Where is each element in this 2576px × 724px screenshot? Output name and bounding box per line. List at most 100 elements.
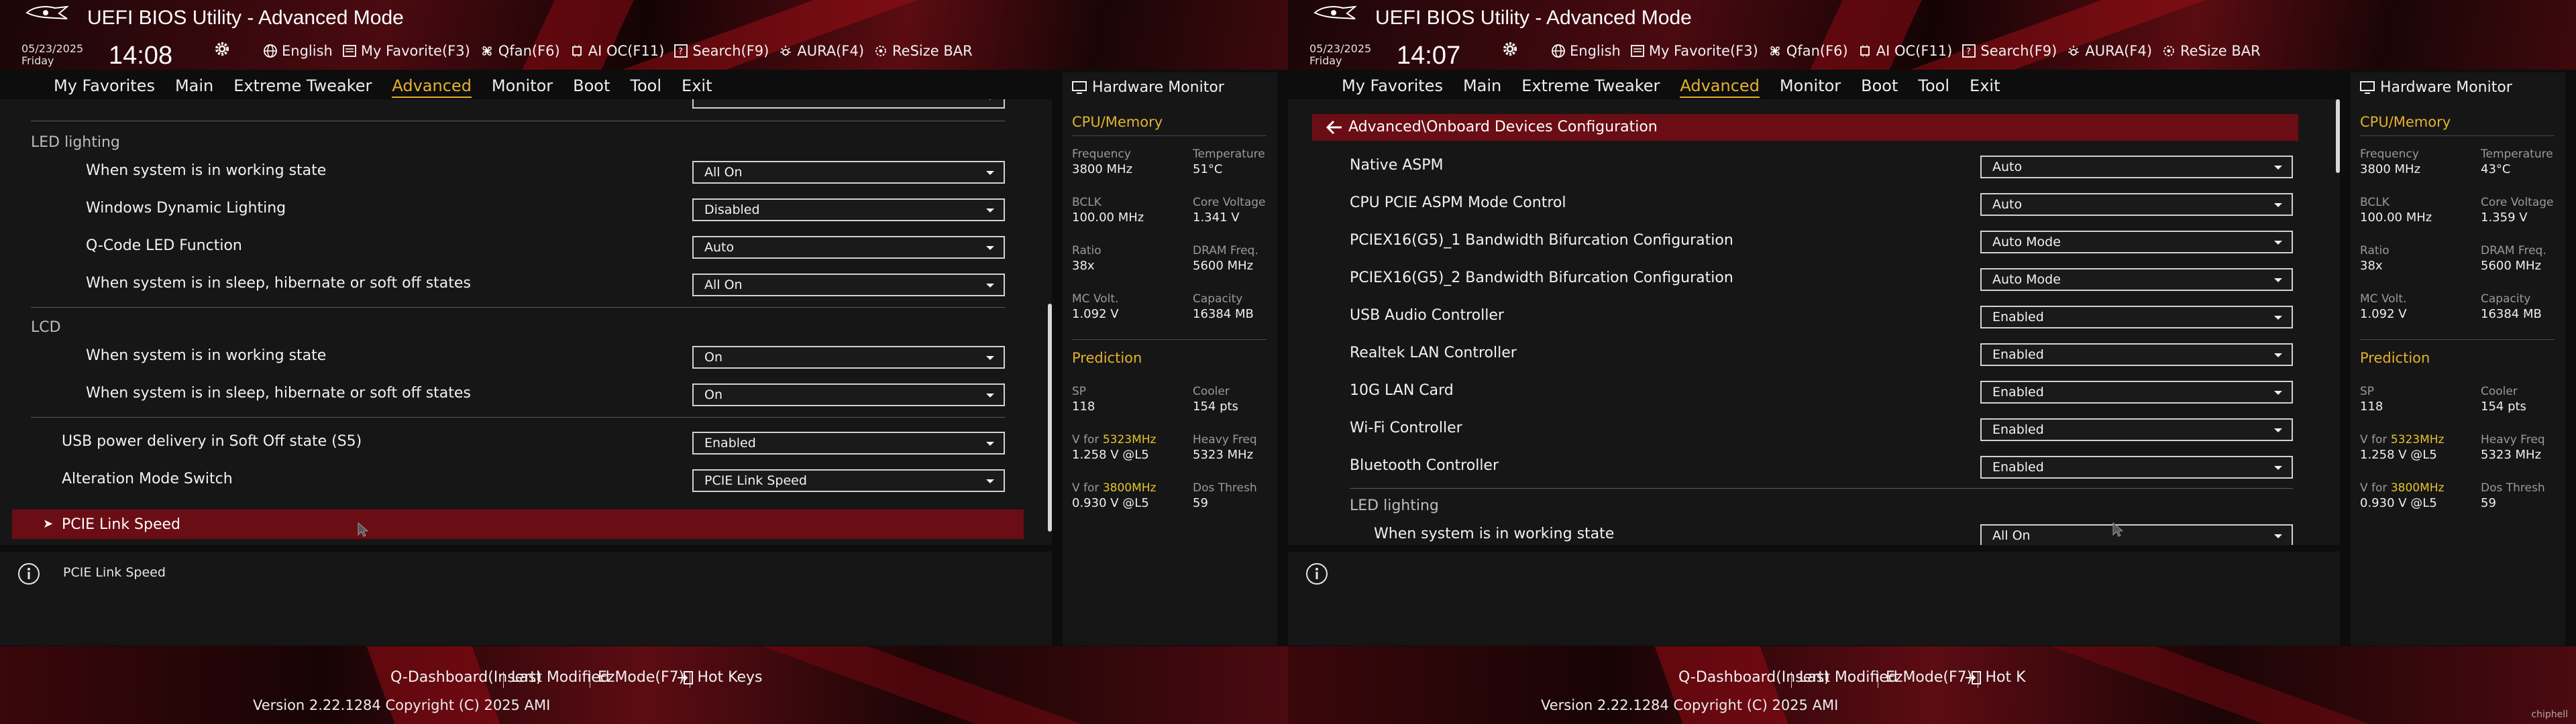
my-favorite-button[interactable]: My Favorite(F3) xyxy=(1630,43,1758,59)
day-text: Friday xyxy=(21,54,54,67)
setting-row-lcd-working[interactable]: When system is in working state On xyxy=(0,338,1033,375)
nav-extreme-tweaker[interactable]: Extreme Tweaker xyxy=(1521,76,1660,98)
my-favorite-button[interactable]: My Favorite(F3) xyxy=(342,43,470,59)
language-button[interactable]: English xyxy=(1551,43,1621,59)
setting-dropdown[interactable]: Enabled xyxy=(1980,343,2293,366)
setting-dropdown[interactable]: Disabled xyxy=(692,198,1005,221)
setting-row[interactable]: PCIEX16(G5)_2 Bandwidth Bifurcation Conf… xyxy=(1288,260,2321,298)
hw-vfor2-label-prefix: V for xyxy=(1072,481,1103,495)
nav-main[interactable]: Main xyxy=(1463,76,1501,98)
hot-keys-button[interactable]: Hot K xyxy=(1986,669,2026,686)
gear-icon[interactable] xyxy=(1501,40,1519,58)
setting-dropdown[interactable]: All On xyxy=(692,274,1005,296)
ezmode-button[interactable]: EzMode(F7) xyxy=(598,669,684,686)
setting-row-lcd-sleep[interactable]: When system is in sleep, hibernate or so… xyxy=(0,375,1033,413)
language-button[interactable]: English xyxy=(263,43,333,59)
setting-label: When system is in working state xyxy=(1374,526,1615,542)
hot-keys-button[interactable]: Hot Keys xyxy=(698,669,763,686)
setting-dropdown[interactable]: Auto Mode xyxy=(1980,268,2293,291)
nav-my-favorites[interactable]: My Favorites xyxy=(1342,76,1443,98)
setting-row[interactable]: PCIEX16(G5)_1 Bandwidth Bifurcation Conf… xyxy=(1288,223,2321,260)
ai-oc-button[interactable]: AI OC(F11) xyxy=(570,43,664,59)
setting-row[interactable]: CPU PCIE ASPM Mode Control Auto xyxy=(1288,185,2321,223)
setting-dropdown[interactable]: All On xyxy=(692,161,1005,184)
nav-my-favorites[interactable]: My Favorites xyxy=(54,76,155,98)
setting-dropdown[interactable]: Auto Mode xyxy=(1980,231,2293,253)
setting-row-alteration-mode[interactable]: Alteration Mode Switch PCIE Link Speed xyxy=(0,461,1033,499)
setting-row[interactable]: Wi-Fi Controller Enabled xyxy=(1288,410,2321,448)
search-button[interactable]: ? Search(F9) xyxy=(674,43,769,59)
nav-boot[interactable]: Boot xyxy=(573,76,610,98)
hw-vfor1-label: V for 5323MHz xyxy=(1072,433,1156,446)
aura-button[interactable]: AURA(F4) xyxy=(2066,43,2152,59)
nav-monitor[interactable]: Monitor xyxy=(492,76,553,98)
setting-dropdown[interactable]: On xyxy=(692,383,1005,406)
setting-dropdown[interactable]: On xyxy=(692,346,1005,369)
hw-dos-label: Dos Thresh xyxy=(1193,481,1257,495)
qfan-button[interactable]: Qfan(F6) xyxy=(1768,43,1848,59)
search-button[interactable]: ? Search(F9) xyxy=(1962,43,2057,59)
setting-dropdown[interactable]: Auto xyxy=(1980,156,2293,178)
breadcrumb: Advanced\Onboard Devices Configuration xyxy=(1312,114,2298,141)
nav-monitor[interactable]: Monitor xyxy=(1780,76,1841,98)
nav-boot[interactable]: Boot xyxy=(1861,76,1898,98)
setting-row[interactable]: USB Audio Controller Enabled xyxy=(1288,298,2321,335)
setting-label: Wi-Fi Controller xyxy=(1350,420,1462,436)
setting-row-led-working[interactable]: When system is in working state All On xyxy=(1288,516,2321,545)
back-arrow-icon[interactable] xyxy=(1323,118,1346,137)
nav-tool[interactable]: Tool xyxy=(630,76,661,98)
last-modified-button[interactable]: Last Modified xyxy=(511,669,610,686)
setting-dropdown-partial[interactable] xyxy=(692,99,1005,109)
ai-oc-button[interactable]: AI OC(F11) xyxy=(1858,43,1952,59)
nav-extreme-tweaker[interactable]: Extreme Tweaker xyxy=(233,76,372,98)
chevron-down-icon xyxy=(986,356,994,360)
scrollbar-thumb[interactable] xyxy=(2336,99,2340,173)
setting-dropdown[interactable]: PCIE Link Speed xyxy=(692,469,1005,492)
app-title: UEFI BIOS Utility - Advanced Mode xyxy=(1375,7,1692,29)
settings-scrollbar[interactable] xyxy=(2336,99,2340,545)
setting-row-qcode-led[interactable]: Q-Code LED Function Auto xyxy=(0,228,1033,265)
setting-label: Alteration Mode Switch xyxy=(62,471,233,487)
setting-label: When system is in sleep, hibernate or so… xyxy=(86,275,471,292)
setting-dropdown[interactable]: Enabled xyxy=(1980,418,2293,441)
last-modified-button[interactable]: Last Modified xyxy=(1799,669,1898,686)
setting-row-led-working[interactable]: When system is in working state All On xyxy=(0,153,1033,190)
setting-row[interactable]: Bluetooth Controller Enabled xyxy=(1288,448,2321,485)
selected-item-pcie-link-speed[interactable]: ➤ PCIE Link Speed xyxy=(12,509,1024,539)
resize-bar-button[interactable]: ReSize BAR xyxy=(873,43,973,59)
setting-dropdown[interactable]: Auto xyxy=(1980,193,2293,216)
setting-dropdown[interactable]: Enabled xyxy=(1980,381,2293,404)
resize-bar-label: ReSize BAR xyxy=(2180,43,2261,59)
setting-dropdown[interactable]: Enabled xyxy=(692,432,1005,455)
setting-row-windows-dynamic-lighting[interactable]: Windows Dynamic Lighting Disabled xyxy=(0,190,1033,228)
setting-row[interactable]: 10G LAN Card Enabled xyxy=(1288,373,2321,410)
nav-tool[interactable]: Tool xyxy=(1918,76,1949,98)
ezmode-button[interactable]: EzMode(F7) xyxy=(1886,669,1972,686)
setting-dropdown[interactable]: Enabled xyxy=(1980,456,2293,479)
hw-bclk-label: BCLK xyxy=(1072,196,1102,209)
gear-icon[interactable] xyxy=(213,40,231,58)
nav-exit[interactable]: Exit xyxy=(1970,76,2000,98)
dropdown-value: Auto xyxy=(1992,160,2023,174)
setting-dropdown[interactable]: Enabled xyxy=(1980,306,2293,328)
hw-vfor1-value: 1.258 V @L5 xyxy=(1072,448,1149,462)
setting-row-usb-power-delivery[interactable]: USB power delivery in Soft Off state (S5… xyxy=(0,424,1033,461)
aura-button[interactable]: AURA(F4) xyxy=(778,43,864,59)
hw-title-text: Hardware Monitor xyxy=(2380,79,2512,96)
hw-core_voltage-value: 1.359 V xyxy=(2481,210,2528,225)
setting-dropdown[interactable]: Auto xyxy=(692,236,1005,259)
nav-main[interactable]: Main xyxy=(175,76,213,98)
setting-row[interactable]: Native ASPM Auto xyxy=(1288,147,2321,185)
setting-dropdown[interactable]: All On xyxy=(1980,524,2293,545)
nav-advanced[interactable]: Advanced xyxy=(1680,76,1760,98)
resize-bar-button[interactable]: ReSize BAR xyxy=(2161,43,2261,59)
hw-heavy-value: 5323 MHz xyxy=(2481,448,2542,462)
qfan-button[interactable]: Qfan(F6) xyxy=(480,43,560,59)
settings-scrollbar[interactable] xyxy=(1048,99,1052,545)
setting-label: When system is in working state xyxy=(86,162,327,179)
setting-row-led-sleep[interactable]: When system is in sleep, hibernate or so… xyxy=(0,265,1033,303)
setting-row[interactable]: Realtek LAN Controller Enabled xyxy=(1288,335,2321,373)
nav-exit[interactable]: Exit xyxy=(682,76,712,98)
scrollbar-thumb[interactable] xyxy=(1048,304,1052,532)
nav-advanced[interactable]: Advanced xyxy=(392,76,472,98)
